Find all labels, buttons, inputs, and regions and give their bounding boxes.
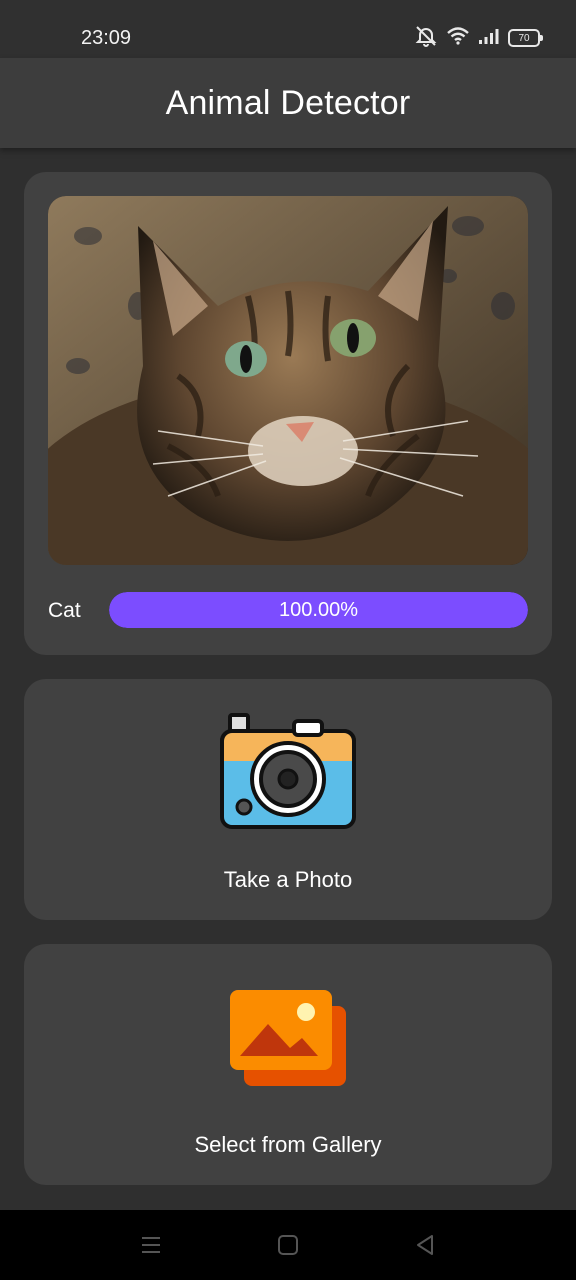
wifi-icon	[446, 26, 470, 51]
back-icon[interactable]	[410, 1230, 440, 1260]
camera-icon	[218, 713, 358, 836]
mute-bell-icon	[414, 24, 438, 53]
home-icon[interactable]	[273, 1230, 303, 1260]
take-photo-label: Take a Photo	[223, 867, 353, 892]
status-icons: 70	[414, 24, 543, 53]
select-gallery-button[interactable]: Select from Gallery	[24, 944, 552, 1185]
battery-icon: 70	[508, 29, 543, 47]
gallery-icon	[226, 988, 350, 1093]
app-bar: Animal Detector	[0, 58, 576, 148]
menu-icon[interactable]	[136, 1230, 166, 1260]
confidence-bar: 100.00%	[109, 592, 528, 628]
system-nav-bar	[0, 1210, 576, 1280]
battery-level: 70	[518, 32, 530, 44]
signal-icon	[478, 27, 500, 50]
app-title: Animal Detector	[165, 83, 411, 122]
prediction-label: Cat	[48, 599, 81, 622]
status-time: 23:09	[81, 27, 132, 49]
status-bar: 23:09 70	[0, 0, 576, 58]
result-card: Cat 100.00%	[24, 172, 552, 655]
confidence-value: 100.00%	[279, 598, 358, 621]
take-photo-button[interactable]: Take a Photo	[24, 679, 552, 920]
select-gallery-label: Select from Gallery	[194, 1132, 382, 1157]
cat-photo	[48, 196, 528, 565]
